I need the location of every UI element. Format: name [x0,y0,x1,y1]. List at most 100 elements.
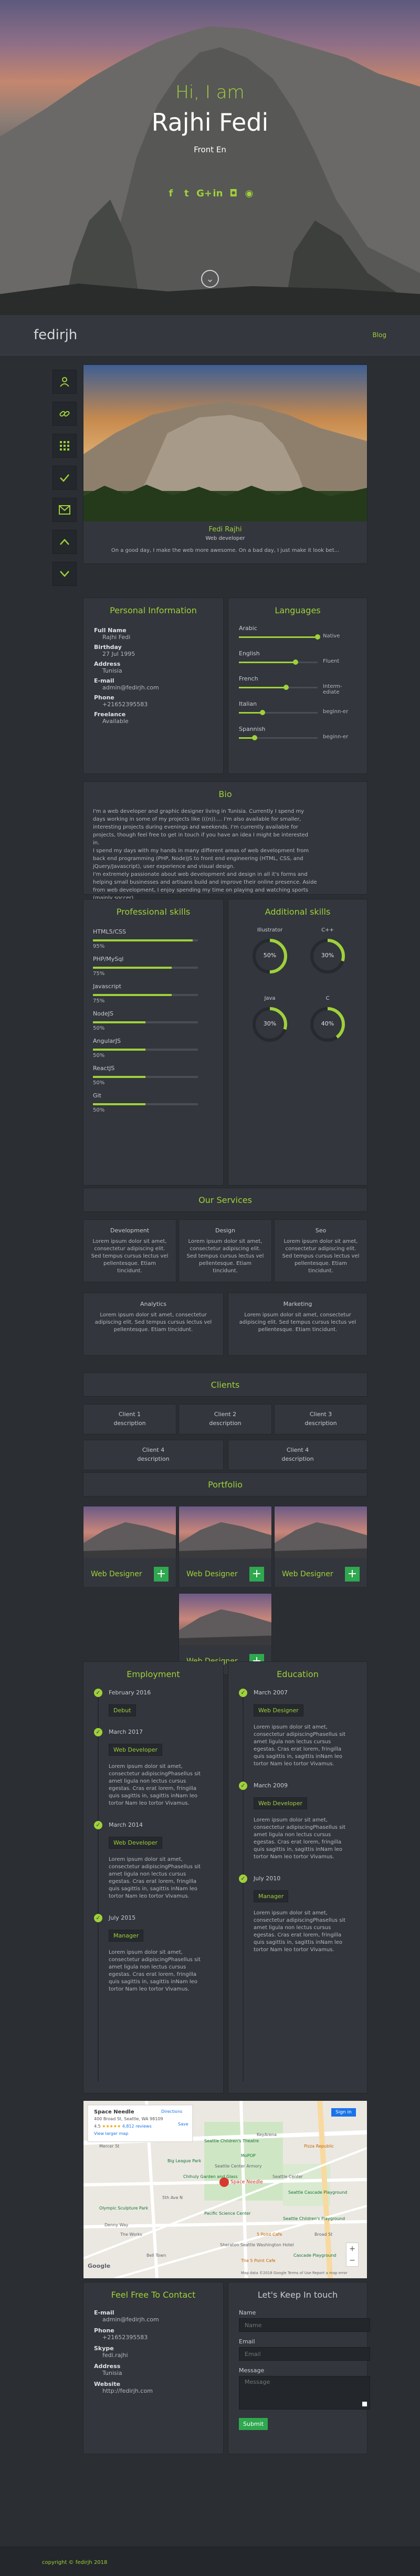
portfolio-caption-row: Web Designer + [275,1559,367,1582]
portfolio-caption: Web Designer [282,1570,333,1578]
language-level-knob[interactable] [293,659,298,665]
portfolio-open-button[interactable]: + [154,1567,169,1582]
profile-cover-image [83,365,367,521]
map-zoom-controls[interactable]: + − [346,2243,359,2267]
language-name: French [239,675,258,682]
language-level-knob[interactable] [252,735,257,740]
facebook-icon[interactable]: f [165,188,176,200]
check-icon[interactable] [52,466,77,490]
service-card: Marketing Lorem ipsum dolor sit amet, con… [228,1293,368,1356]
skill-percent: 50% [93,1053,105,1059]
education-title: Education [277,1669,319,1679]
timeline-text: Lorem ipsum dolor sit amet, consectetur … [109,1950,201,1992]
scroll-down-icon[interactable]: ⌄ [201,270,219,288]
map-address: 400 Broad St, Seattle, WA 98109 [94,2117,163,2121]
additional-skill-name: C++ [321,927,334,933]
employment-panel: Employment ✓ February 2016 Debut ✓ March 201… [83,1661,224,2093]
contact-value[interactable]: admin@fedirjh.com [102,2316,223,2323]
clients-header: Clients [83,1373,368,1397]
language-item: Italian beginn-er [239,700,367,724]
envelope-icon[interactable] [52,498,77,522]
google-plus-icon[interactable]: G+ [196,188,212,200]
timeline-check-icon: ✓ [239,1689,247,1697]
education-panel: Education ✓ March 2007 Web Designer Lorem i… [228,1661,368,2093]
timeline-role: Web Developer [254,1797,308,1809]
portfolio-title: Portfolio [208,1480,243,1490]
additional-skill-ring: 30% [309,937,346,975]
user-icon[interactable] [52,370,77,394]
side-nav [52,370,77,594]
languages-list: Arabic Native English Fluent French Interm-ed… [239,625,367,749]
client-card[interactable]: Client 4 description [228,1440,368,1470]
additional-skills-title: Additional skills [265,907,331,917]
additional-skills-list: Illustrator 50% C++ 30% Java 30% C 40% [241,927,356,1064]
map-rating-value: 4.5 [94,2124,101,2129]
client-name: Client 4 [286,1447,309,1453]
linkedin-icon[interactable]: in [212,188,224,200]
portfolio-item[interactable]: Web Designer + [83,1506,176,1588]
github-icon[interactable]: ◉ [244,188,255,200]
map-panel[interactable]: Space Needle 400 Broad St, Seattle, WA 9… [83,2100,368,2279]
blog-link[interactable]: Blog [372,331,386,339]
client-card[interactable]: Client 1 description [83,1404,176,1434]
twitter-icon[interactable]: t [181,188,192,200]
email-input[interactable] [239,2347,370,2361]
languages-panel: Languages Arabic Native English Fluent Frenc… [228,598,368,774]
timeline-item: ✓ March 2017 Web Developer Lorem ipsum dolo… [83,1728,223,1807]
timeline-check-icon: ✓ [239,1875,247,1883]
additional-skill-ring: 50% [251,937,289,975]
info-value: Rajhi Fedi [102,634,131,641]
map-directions-button[interactable]: Directions [161,2109,182,2114]
portfolio-item[interactable]: Web Designer + [178,1506,272,1588]
message-input[interactable] [239,2376,370,2410]
client-card[interactable]: Client 2 description [178,1404,272,1434]
resize-handle-icon[interactable] [362,2402,367,2406]
language-level-knob[interactable] [260,710,265,715]
language-level-bar [239,685,318,690]
map-save-button[interactable]: Save [178,2122,188,2127]
skill-bar-fill [93,967,172,969]
service-name: Seo [315,1227,327,1234]
language-level-fill [239,636,318,638]
zoom-in-icon[interactable]: + [346,2243,358,2255]
client-card[interactable]: Client 3 description [274,1404,368,1434]
portfolio-open-button[interactable]: + [249,1567,264,1582]
skill-percent: 50% [93,1107,105,1113]
info-label: E-mail [94,677,114,684]
navbar-brand[interactable]: fedirjh [34,327,77,343]
additional-skill-name: Java [264,996,276,1001]
skill-name: NodeJS [93,1010,113,1017]
portfolio-open-button[interactable]: + [345,1567,360,1582]
bio-line: interesting projects during evenings and… [93,824,298,830]
submit-button[interactable]: Submit [239,2418,268,2430]
skill-name: HTML5/CSS [93,928,126,935]
map-reviews[interactable]: 4,812 reviews [122,2124,152,2129]
info-value: Tunisia [102,667,122,674]
language-level-knob[interactable] [284,685,289,690]
zoom-out-icon[interactable]: − [346,2255,358,2266]
instagram-icon[interactable]: ◘ [228,188,239,200]
skill-name: Git [93,1092,101,1099]
map-label: Big League Park [167,2159,202,2163]
map-sign-in-button[interactable]: Sign in [331,2108,356,2117]
skill-percent: 75% [93,971,105,977]
name-input[interactable] [239,2318,370,2332]
timeline-check-icon: ✓ [239,1782,247,1790]
language-level-knob[interactable] [315,634,320,640]
contact-value[interactable]: http://fedirjh.com [102,2387,223,2394]
portfolio-item[interactable]: Web Designer + [274,1506,368,1588]
service-text: Lorem ipsum dolor sit amet, consectetur … [186,1239,264,1274]
chevron-up-icon[interactable] [52,530,77,554]
chevron-down-icon[interactable] [52,562,77,586]
map-label: Mercer St [99,2144,120,2149]
map-label: KeyArena [257,2132,277,2137]
grid-icon[interactable] [52,434,77,458]
info-item: E-mail admin@fedirjh.com [94,677,223,691]
client-card[interactable]: Client 4 description [83,1440,224,1470]
skill-bar [93,939,198,941]
link-icon[interactable] [52,402,77,426]
language-level-label: beginn-er [323,709,349,715]
view-larger-map-link[interactable]: View larger map [94,2131,128,2136]
bio-line: I'm extremely passionate about web devel… [93,872,308,877]
timeline-text: Lorem ipsum dolor sit amet, consectetur … [109,1857,201,1899]
